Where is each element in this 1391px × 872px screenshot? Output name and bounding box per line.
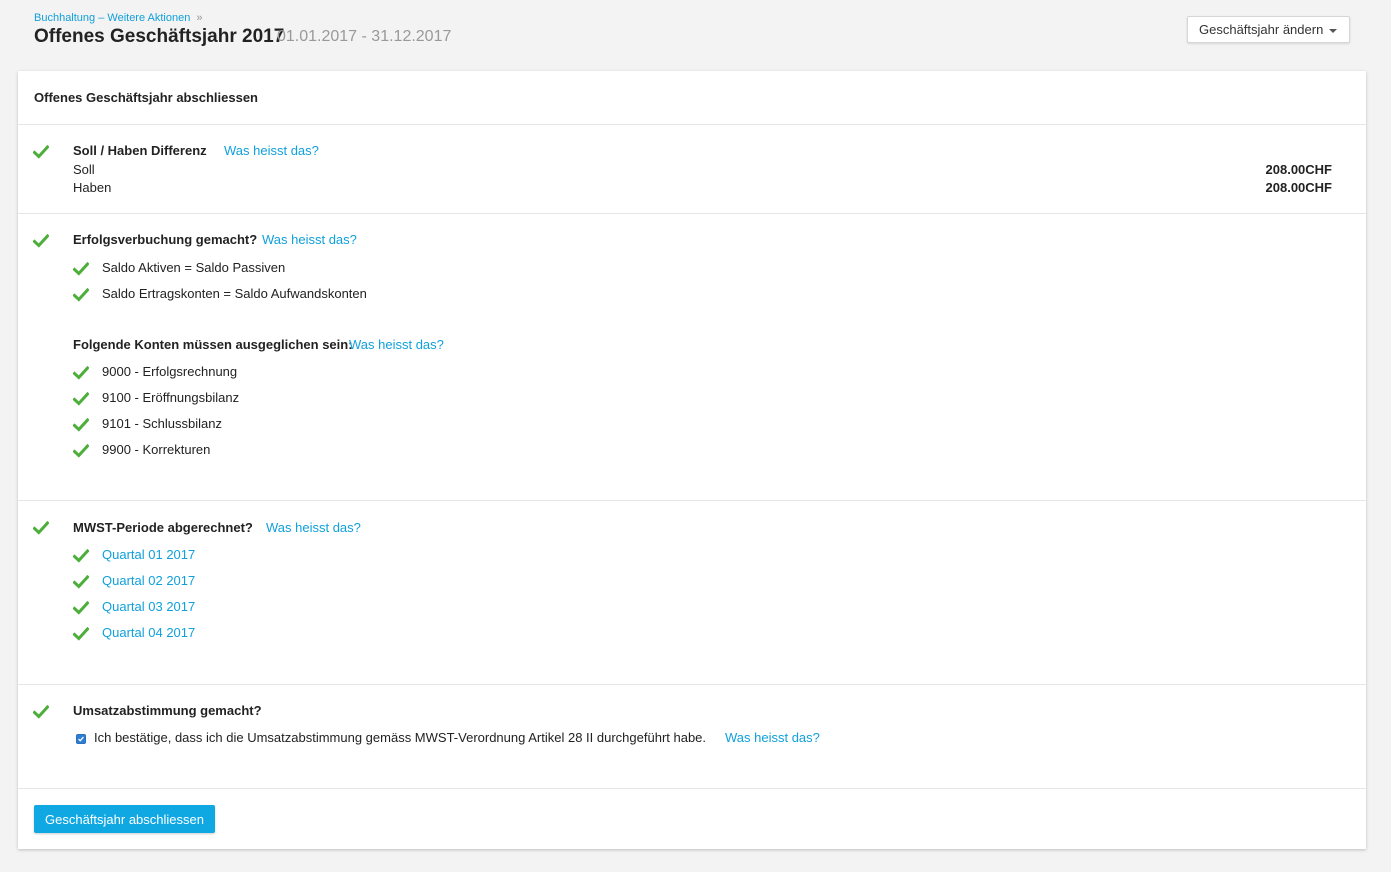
soll-amount: 208.00CHF bbox=[1265, 162, 1332, 177]
checkmark-icon bbox=[33, 705, 49, 719]
checkmark-icon bbox=[33, 145, 49, 159]
soll-label: Soll bbox=[73, 162, 95, 177]
section-title: Soll / Haben Differenz bbox=[73, 143, 207, 158]
checkmark-icon bbox=[33, 521, 49, 535]
help-link[interactable]: Was heisst das? bbox=[262, 232, 357, 247]
account-item: 9100 - Eröffnungsbilanz bbox=[102, 390, 240, 405]
confirm-label[interactable]: Ich bestätige, dass ich die Umsatzabstim… bbox=[94, 730, 706, 745]
confirm-checkbox[interactable] bbox=[76, 734, 86, 744]
breadcrumb-separator: » bbox=[196, 12, 203, 24]
check-item: Saldo Ertragskonten = Saldo Aufwandskont… bbox=[102, 286, 367, 301]
change-fiscal-year-dropdown[interactable]: Geschäftsjahr ändern bbox=[1187, 16, 1350, 43]
accounts-title: Folgende Konten müssen ausgeglichen sein… bbox=[73, 337, 353, 352]
breadcrumb: Buchhaltung – Weitere Aktionen » bbox=[34, 12, 202, 24]
quarter-link[interactable]: Quartal 02 2017 bbox=[102, 573, 195, 588]
checkmark-icon bbox=[73, 575, 89, 589]
checkmark-icon bbox=[73, 444, 89, 458]
account-item: 9900 - Korrekturen bbox=[102, 442, 211, 457]
caret-down-icon bbox=[1329, 29, 1337, 33]
checkmark-icon bbox=[73, 366, 89, 380]
checkmark-icon bbox=[73, 288, 89, 302]
section-umsatzabstimmung: Umsatzabstimmung gemacht? Ich bestätige,… bbox=[18, 685, 1366, 789]
page-title: Offenes Geschäftsjahr 2017 bbox=[34, 26, 285, 47]
checkmark-icon bbox=[73, 392, 89, 406]
account-item: 9101 - Schlussbilanz bbox=[102, 416, 222, 431]
section-title: Umsatzabstimmung gemacht? bbox=[73, 703, 262, 718]
quarter-link[interactable]: Quartal 01 2017 bbox=[102, 547, 195, 562]
section-erfolgsverbuchung: Erfolgsverbuchung gemacht? Was heisst da… bbox=[18, 214, 1366, 501]
close-fiscal-year-button[interactable]: Geschäftsjahr abschliessen bbox=[34, 805, 215, 833]
section-mwst: MWST-Periode abgerechnet? Was heisst das… bbox=[18, 501, 1366, 685]
section-soll-haben: Soll / Haben Differenz Was heisst das? S… bbox=[18, 125, 1366, 214]
checkmark-icon bbox=[73, 601, 89, 615]
checkmark-icon bbox=[73, 262, 89, 276]
close-fiscal-year-card: Offenes Geschäftsjahr abschliessen Soll … bbox=[18, 71, 1366, 849]
breadcrumb-link[interactable]: Buchhaltung – Weitere Aktionen bbox=[34, 12, 190, 24]
help-link[interactable]: Was heisst das? bbox=[725, 730, 820, 745]
checkmark-icon bbox=[73, 549, 89, 563]
section-title: Erfolgsverbuchung gemacht? bbox=[73, 232, 258, 247]
checkmark-icon bbox=[73, 418, 89, 432]
checkmark-icon bbox=[33, 234, 49, 248]
help-link[interactable]: Was heisst das? bbox=[349, 337, 444, 352]
quarter-link[interactable]: Quartal 04 2017 bbox=[102, 625, 195, 640]
card-title: Offenes Geschäftsjahr abschliessen bbox=[18, 71, 1366, 125]
section-title: MWST-Periode abgerechnet? bbox=[73, 520, 253, 535]
check-item: Saldo Aktiven = Saldo Passiven bbox=[102, 260, 286, 275]
haben-amount: 208.00CHF bbox=[1265, 180, 1332, 195]
help-link[interactable]: Was heisst das? bbox=[224, 143, 319, 158]
quarter-link[interactable]: Quartal 03 2017 bbox=[102, 599, 195, 614]
checkmark-icon bbox=[73, 627, 89, 641]
dropdown-label: Geschäftsjahr ändern bbox=[1199, 22, 1324, 37]
haben-label: Haben bbox=[73, 180, 112, 195]
fiscal-year-range: 01.01.2017 - 31.12.2017 bbox=[277, 28, 452, 45]
account-item: 9000 - Erfolgsrechnung bbox=[102, 364, 238, 379]
help-link[interactable]: Was heisst das? bbox=[266, 520, 361, 535]
